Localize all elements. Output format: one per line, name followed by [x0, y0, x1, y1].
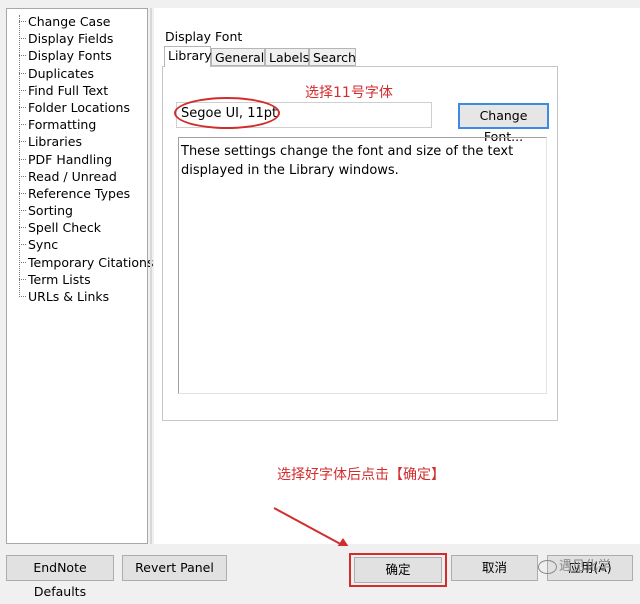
tree-item-label: Read / Unread: [28, 168, 117, 184]
tree-branch-line: [19, 89, 26, 91]
tree-item-read-unread[interactable]: Read / Unread: [7, 168, 147, 185]
tree-branch-line: [19, 296, 26, 297]
splitter[interactable]: [150, 8, 152, 544]
tree-item-display-fonts[interactable]: Display Fonts: [7, 47, 147, 64]
tree-branch-line: [19, 124, 26, 126]
tree-branch-line: [19, 278, 26, 280]
highlight-ellipse: [174, 97, 280, 129]
tree-branch-line: [19, 192, 26, 194]
tree-item-sorting[interactable]: Sorting: [7, 202, 147, 219]
tree-item-label: Formatting: [28, 117, 97, 133]
tree-item-temporary-citations[interactable]: Temporary Citations: [7, 254, 154, 271]
tree-branch-line: [19, 38, 26, 40]
tree-branch-line: [19, 175, 26, 177]
tree-item-label: Sync: [28, 237, 59, 253]
change-font-button[interactable]: Change Font...: [458, 103, 549, 144]
tree-item-label: Sorting: [28, 203, 73, 219]
tree-item-formatting[interactable]: Formatting: [7, 116, 147, 133]
tree-item-sync[interactable]: Sync: [7, 236, 147, 253]
tree-item-reference-types[interactable]: Reference Types: [7, 185, 147, 202]
endnote-defaults-button[interactable]: EndNote Defaults: [6, 555, 114, 599]
wechat-icon: [538, 559, 557, 574]
tree-branch-line: [19, 261, 26, 263]
section-title: Display Font: [165, 29, 243, 44]
tree-item-change-case[interactable]: Change Case: [7, 13, 147, 30]
tree-item-spell-check[interactable]: Spell Check: [7, 219, 147, 236]
watermark-text: 遇见化学: [559, 559, 612, 574]
tree-item-label: URLs & Links: [28, 289, 110, 304]
watermark: 遇见化学: [538, 555, 611, 574]
tree-item-label: Spell Check: [28, 220, 101, 236]
tree-item-duplicates[interactable]: Duplicates: [7, 65, 147, 82]
annotation-bottom: 选择好字体后点击【确定】: [277, 467, 445, 483]
tree-item-urls-links[interactable]: URLs & Links: [7, 288, 147, 305]
tree-branch-line: [19, 210, 26, 212]
tree-item-pdf-handling[interactable]: PDF Handling: [7, 151, 147, 168]
tree-item-label: PDF Handling: [28, 151, 113, 167]
revert-panel-button[interactable]: Revert Panel: [122, 555, 227, 581]
tree-item-term-lists[interactable]: Term Lists: [7, 271, 147, 288]
tree-branch-line: [19, 141, 26, 143]
preferences-tree: Change Case Display Fields Display Fonts Du…: [6, 8, 154, 544]
tree-branch-line: [19, 158, 26, 160]
tab-general[interactable]: General: [211, 48, 265, 66]
highlight-rectangle: [349, 553, 447, 587]
tree-item-display-fields[interactable]: Display Fields: [7, 30, 147, 47]
tree-item-find-full-text[interactable]: Find Full Text: [7, 82, 147, 99]
tree-branch-line: [19, 55, 26, 57]
cancel-button[interactable]: 取消: [451, 555, 538, 581]
annotation-top: 选择11号字体: [305, 85, 393, 101]
tab-library[interactable]: Library: [164, 46, 212, 67]
tree-item-label: Term Lists: [28, 271, 91, 287]
tree-item-label: Display Fonts: [28, 48, 112, 64]
tree-item-label: Temporary Citations: [28, 254, 154, 270]
tree-item-label: Find Full Text: [28, 82, 109, 98]
tree-item-label: Display Fields: [28, 31, 114, 47]
tree-item-libraries[interactable]: Libraries: [7, 133, 147, 150]
tree-item-label: Libraries: [28, 134, 82, 150]
tree-item-label: Change Case: [28, 14, 111, 29]
tree-item-label: Folder Locations: [28, 99, 130, 115]
tab-labels[interactable]: Labels: [265, 48, 309, 66]
tab-search[interactable]: Search: [309, 48, 356, 66]
tree-branch-line: [19, 227, 26, 229]
tree-branch-line: [19, 244, 26, 246]
tree-branch-line: [19, 72, 26, 74]
tree-branch-line: [19, 21, 26, 22]
tree-item-folder-locations[interactable]: Folder Locations: [7, 99, 147, 116]
tree-branch-line: [19, 106, 26, 108]
tree-item-label: Reference Types: [28, 185, 131, 201]
tree-item-label: Duplicates: [28, 65, 95, 81]
description-text: These settings change the font and size …: [178, 137, 547, 394]
